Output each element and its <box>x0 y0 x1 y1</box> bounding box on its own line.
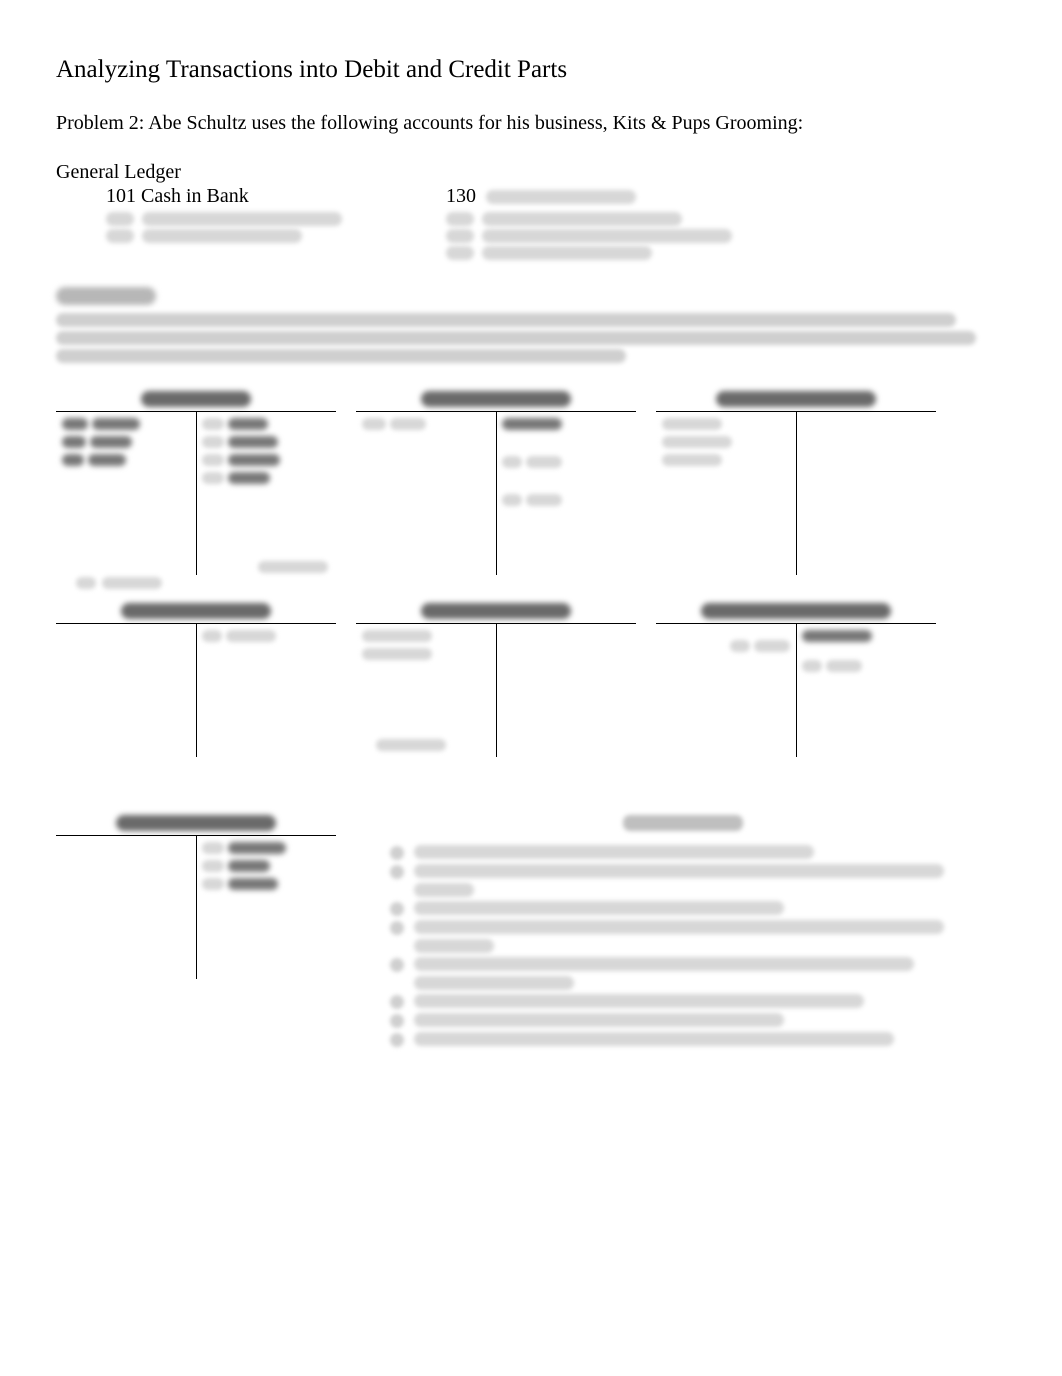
t-account-debit-side <box>656 412 796 571</box>
t-account-title-blurred <box>701 603 891 619</box>
ledger-account-blurred <box>446 212 732 226</box>
transactions-section <box>360 815 1006 1051</box>
t-account-title-blurred <box>716 391 876 407</box>
t-account-title-blurred <box>421 603 571 619</box>
t-account <box>56 603 336 793</box>
t-account-frame <box>56 835 336 975</box>
ledger-account-blurred <box>106 229 446 243</box>
ledger-account-130: 130 <box>446 184 732 209</box>
ledger-acct-name: Cash in Bank <box>141 185 249 207</box>
t-account-debit-side <box>56 624 196 753</box>
t-account-title-blurred <box>141 391 251 407</box>
t-account-debit-side <box>356 624 496 753</box>
ledger-account-blurred <box>446 246 732 260</box>
t-account-debit-side <box>356 412 496 571</box>
t-account-frame <box>356 623 636 753</box>
bottom-section <box>56 815 1006 1051</box>
ledger-account-blurred <box>446 229 732 243</box>
directions-section <box>56 287 1006 363</box>
directions-body-blurred <box>56 313 1006 363</box>
t-account <box>656 603 936 793</box>
t-account <box>656 391 936 581</box>
ledger-account-101: 101 Cash in Bank <box>106 184 446 209</box>
t-account-credit-side <box>196 412 336 571</box>
t-account-frame <box>56 623 336 753</box>
t-account-title-blurred <box>421 391 571 407</box>
t-account-frame <box>356 411 636 571</box>
ledger-acct-name-blurred <box>486 190 636 204</box>
t-account <box>56 815 336 1005</box>
ledger-acct-num: 130 <box>446 185 476 207</box>
t-account <box>56 391 336 581</box>
t-account <box>356 603 636 793</box>
t-account-title-blurred <box>121 603 271 619</box>
t-account-debit-side <box>56 836 196 975</box>
t-account-frame <box>56 411 336 571</box>
general-ledger-header: General Ledger <box>56 161 1006 184</box>
t-account-title-blurred <box>116 815 276 831</box>
page-title: Analyzing Transactions into Debit and Cr… <box>56 56 1006 84</box>
problem-intro: Problem 2: Abe Schultz uses the followin… <box>56 112 1006 135</box>
t-account-credit-side <box>496 412 636 571</box>
t-account <box>356 391 636 581</box>
t-account-debit-side <box>656 624 796 753</box>
ledger-col-right: 130 <box>446 184 732 263</box>
t-account-debit-side <box>56 412 196 571</box>
t-account-credit-side <box>796 412 936 571</box>
t-account-frame <box>656 411 936 571</box>
ledger-col-left: 101 Cash in Bank <box>106 184 446 263</box>
t-account-credit-side <box>196 624 336 753</box>
transactions-header-blurred <box>623 815 743 831</box>
t-account-frame <box>656 623 936 753</box>
directions-header-blurred <box>56 287 156 305</box>
ledger-account-blurred <box>106 212 446 226</box>
t-account-balance-blurred <box>376 739 446 751</box>
t-account-credit-side <box>796 624 936 753</box>
transactions-list-blurred <box>360 845 1006 1047</box>
ledger-columns: 101 Cash in Bank 130 <box>106 184 1006 263</box>
ledger-acct-num: 101 <box>106 185 136 207</box>
t-account-credit-side <box>196 836 336 975</box>
t-accounts-grid <box>56 391 1006 793</box>
t-account-balance-blurred <box>258 561 328 573</box>
t-account-credit-side <box>496 624 636 753</box>
